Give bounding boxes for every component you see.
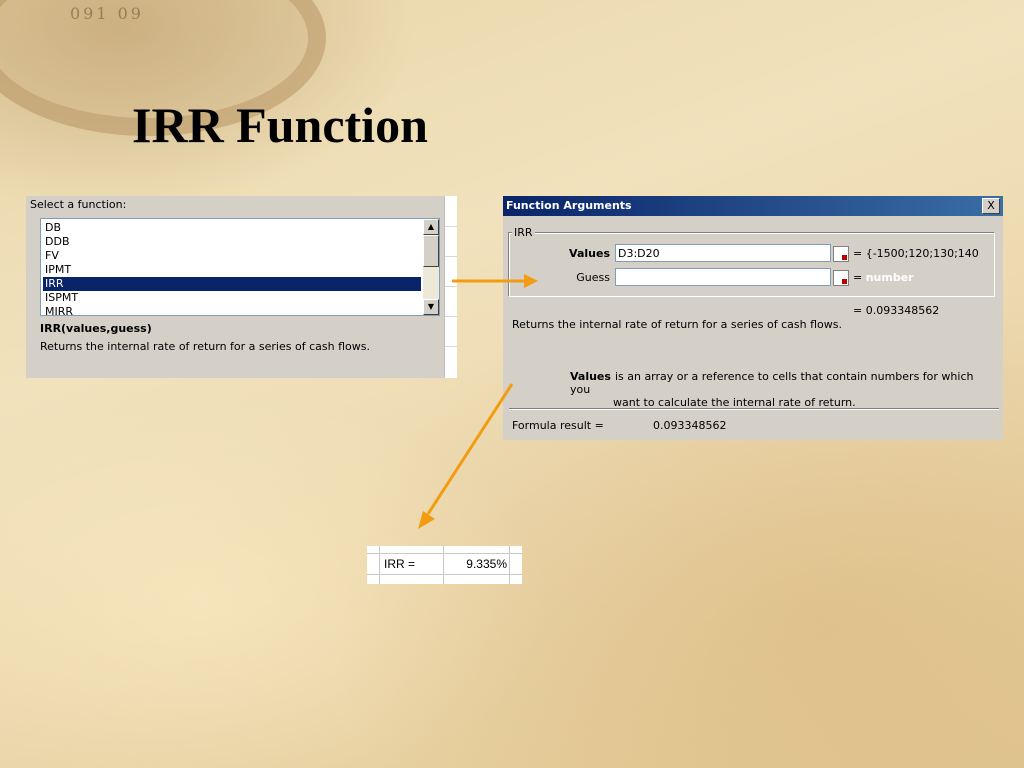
arrow-right-icon [452,274,538,288]
arrows-layer [418,274,538,529]
arrow-down-left-icon [418,383,514,529]
